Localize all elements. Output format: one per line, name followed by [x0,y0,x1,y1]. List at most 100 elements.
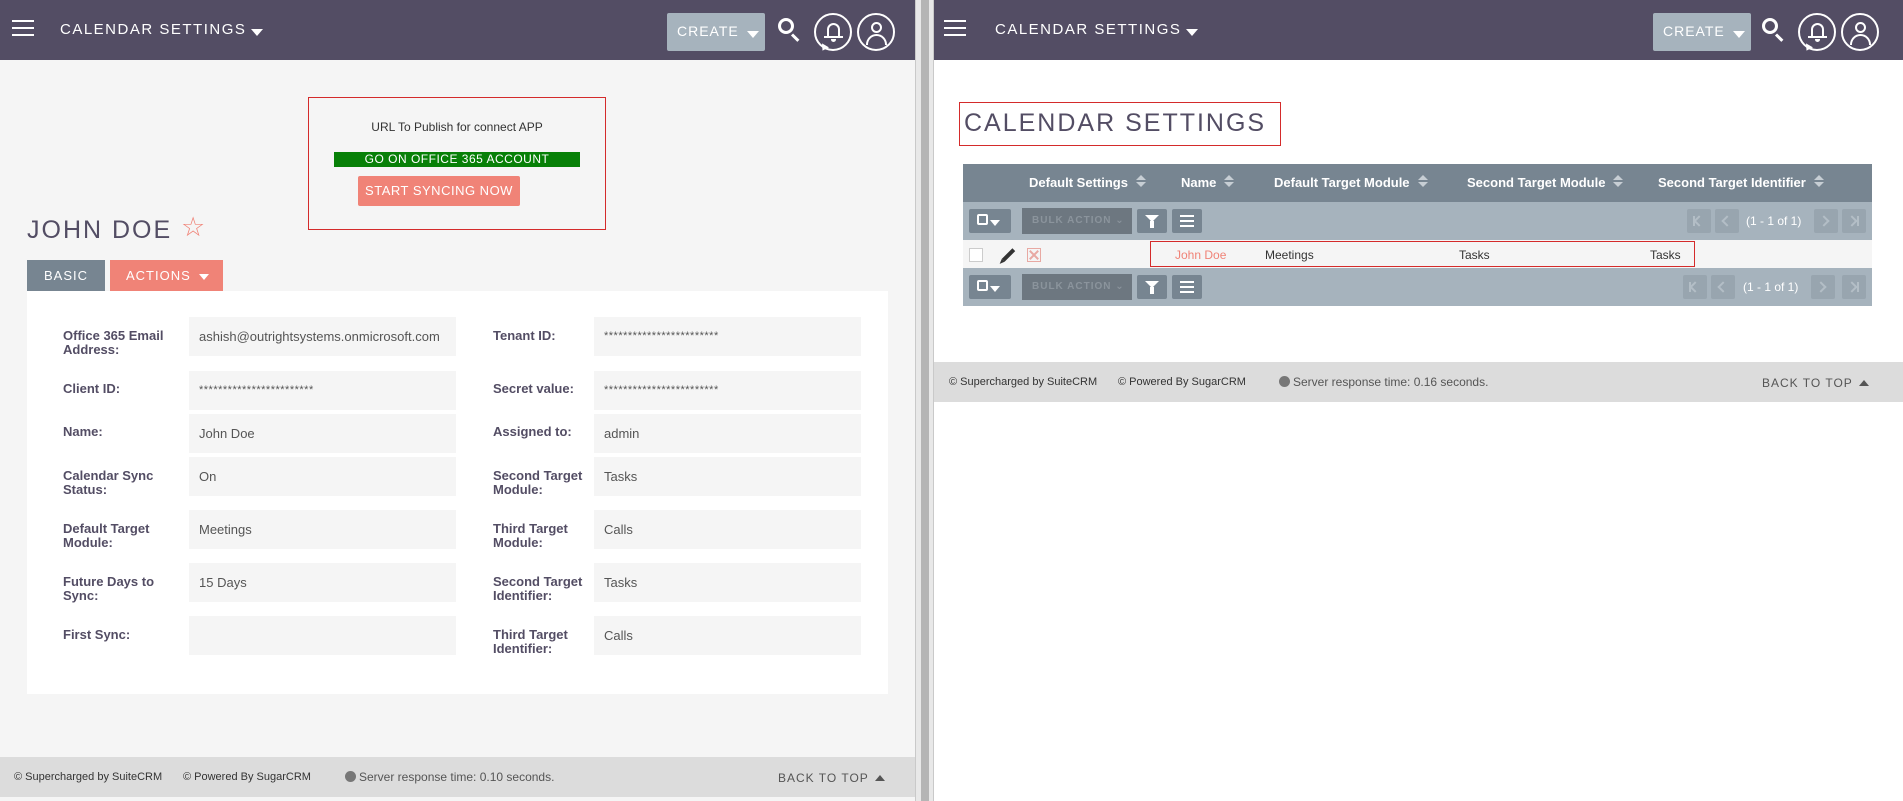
pagination-bar-bottom: BULK ACTION ⌄ (1 - 1 of 1) [963,268,1872,306]
list-title: CALENDAR SETTINGS [964,109,1267,137]
module-menu[interactable]: CALENDAR SETTINGS [60,21,264,38]
powered-by-link[interactable]: © Powered By SugarCRM [1118,376,1246,388]
sort-icon [1135,175,1146,189]
chevron-down-icon [990,220,1000,226]
pane-divider-scrollbar[interactable] [915,0,934,801]
select-all-dropdown[interactable] [969,275,1011,299]
pagination-count: (1 - 1 of 1) [1743,280,1799,294]
back-to-top-link[interactable]: BACK TO TOP [778,771,885,785]
filter-button[interactable] [1137,209,1167,233]
table-row: John Doe Meetings Tasks Tasks [963,240,1872,268]
first-page-button[interactable] [1683,275,1707,299]
user-profile-icon[interactable] [857,13,895,51]
create-button[interactable]: CREATE [1653,13,1751,51]
back-to-top-label: BACK TO TOP [1762,376,1853,390]
globe-icon [1279,376,1290,387]
tab-basic[interactable]: BASIC [27,260,105,291]
publish-url-box: URL To Publish for connect APP GO ON OFF… [308,97,606,230]
powered-by-link[interactable]: © Powered By SugarCRM [183,771,311,783]
user-profile-icon[interactable] [1841,13,1879,51]
column-header-default-target-module[interactable]: Default Target Module [1274,175,1428,190]
column-chooser-button[interactable] [1172,275,1202,299]
left-pane-detail-view: CALENDAR SETTINGS CREATE URL To Publish … [0,0,915,801]
cell-name-link[interactable]: John Doe [1175,248,1226,262]
next-page-button[interactable] [1814,209,1838,233]
top-navigation-bar: CALENDAR SETTINGS CREATE [0,0,915,60]
field-value-future-days-to-sync: 15 Days [189,563,456,602]
bulk-action-button[interactable]: BULK ACTION ⌄ [1022,274,1132,300]
column-header-default-settings[interactable]: Default Settings [1029,175,1146,190]
search-icon[interactable] [1760,16,1786,42]
chevron-down-icon [1732,31,1745,38]
last-page-button[interactable] [1842,209,1866,233]
supercharged-link[interactable]: © Supercharged by SuiteCRM [14,771,162,783]
field-label-office365-email: Office 365 Email Address: [63,328,164,357]
scrollbar-thumb[interactable] [921,0,929,801]
checkbox-icon [977,214,988,225]
field-value-office365-email: ashish@outrightsystems.onmicrosoft.com [189,317,456,356]
field-label-calendar-sync-status: Calendar Sync Status: [63,468,154,497]
chevron-down-icon [198,274,209,280]
field-value-third-target-module: Calls [594,510,861,549]
start-syncing-button[interactable]: START SYNCING NOW [358,176,520,206]
favorite-star-icon[interactable]: ☆ [181,214,205,241]
filter-button[interactable] [1137,275,1167,299]
bulk-action-label: BULK ACTION [1032,215,1112,226]
record-title: JOHN DOE [27,216,173,244]
previous-page-button[interactable] [1715,209,1739,233]
back-to-top-link[interactable]: BACK TO TOP [1762,376,1869,390]
previous-page-button[interactable] [1711,275,1735,299]
sort-icon [1417,175,1428,189]
filter-icon [1145,215,1159,228]
server-response-text: Server response time: 0.16 seconds. [1293,375,1489,389]
cell-second-target-module: Tasks [1459,248,1490,262]
row-checkbox[interactable] [969,248,983,262]
filter-icon [1145,281,1159,294]
go-on-office365-button[interactable]: GO ON OFFICE 365 ACCOUNT [334,152,580,167]
chevron-down-icon [1186,29,1199,36]
actions-dropdown-button[interactable]: ACTIONS [110,260,223,291]
row-highlight-box [1150,241,1695,267]
field-value-secret-value: ************************ [594,371,861,410]
module-menu[interactable]: CALENDAR SETTINGS [995,21,1199,38]
search-icon[interactable] [776,16,802,42]
column-header-label: Name [1181,175,1217,190]
column-header-name[interactable]: Name [1181,175,1235,190]
detail-panel: Office 365 Email Address: ashish@outrigh… [27,291,888,694]
list-icon [1180,281,1194,293]
cell-default-target-module: Meetings [1265,248,1314,262]
create-label: CREATE [677,23,739,39]
field-label-name: Name: [63,424,103,439]
column-header-second-target-module[interactable]: Second Target Module [1467,175,1624,190]
sort-icon [1613,175,1624,189]
last-page-button[interactable] [1842,275,1866,299]
column-header-second-target-identifier[interactable]: Second Target Identifier [1658,175,1824,190]
module-title: CALENDAR SETTINGS [995,21,1182,38]
field-value-default-target-module: Meetings [189,510,456,549]
pagination-bar-top: BULK ACTION ⌄ (1 - 1 of 1) [963,202,1872,240]
select-all-dropdown[interactable] [969,209,1011,233]
remove-icon[interactable] [1027,248,1041,262]
chevron-down-icon [990,286,1000,292]
server-response-text: Server response time: 0.10 seconds. [359,770,555,784]
bulk-action-button[interactable]: BULK ACTION ⌄ [1022,208,1132,234]
field-value-name: John Doe [189,414,456,453]
first-page-button[interactable] [1687,209,1711,233]
supercharged-link[interactable]: © Supercharged by SuiteCRM [949,376,1097,388]
next-page-button[interactable] [1811,275,1835,299]
create-label: CREATE [1663,23,1725,39]
notifications-bell-icon[interactable] [1798,13,1836,53]
notifications-bell-icon[interactable] [814,13,852,53]
server-response-time: Server response time: 0.16 seconds. [1279,375,1488,389]
field-label-first-sync: First Sync: [63,627,131,642]
top-navigation-bar: CALENDAR SETTINGS CREATE [934,0,1903,60]
field-value-second-target-module: Tasks [594,457,861,496]
field-value-assigned-to: admin [594,414,861,453]
hamburger-menu-icon[interactable] [944,20,966,38]
edit-pencil-icon[interactable] [1001,248,1016,262]
checkbox-icon [977,280,988,291]
module-title: CALENDAR SETTINGS [60,21,247,38]
create-button[interactable]: CREATE [667,13,765,51]
column-chooser-button[interactable] [1172,209,1202,233]
hamburger-menu-icon[interactable] [12,20,34,38]
